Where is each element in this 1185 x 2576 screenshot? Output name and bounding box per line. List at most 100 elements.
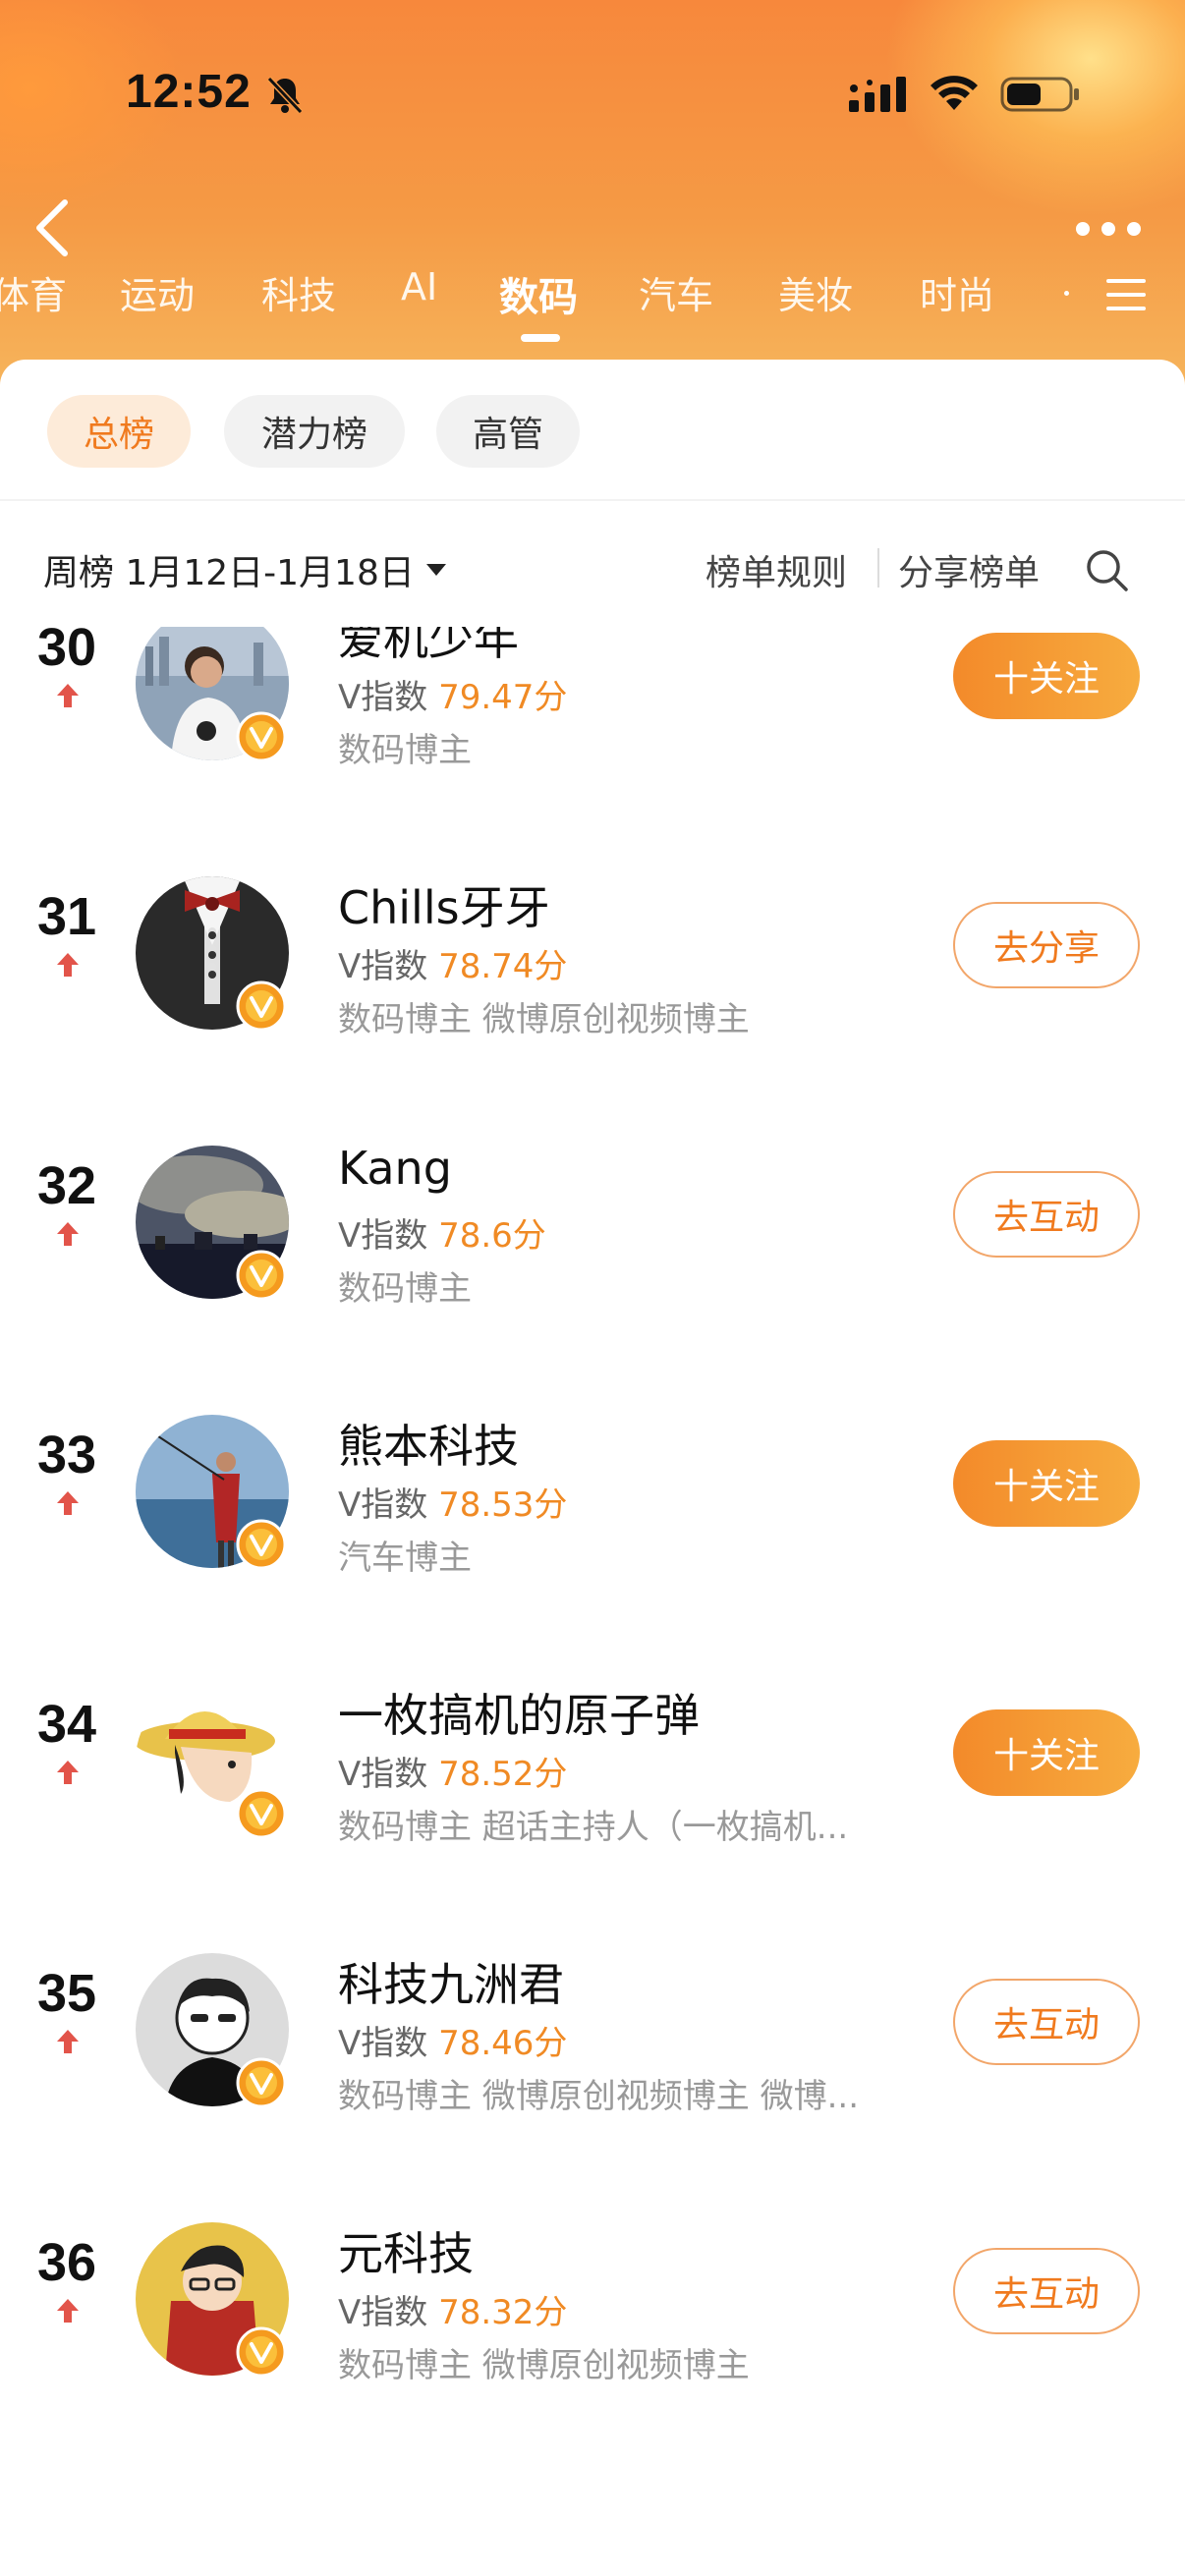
tab-exercise[interactable]: 运动 (120, 265, 195, 319)
v-index-label: V指数 (338, 1485, 428, 1525)
verified-badge-icon (236, 1519, 287, 1570)
follow-button[interactable]: 十关注 (953, 633, 1140, 719)
v-index-label: V指数 (338, 2024, 428, 2063)
interact-button[interactable]: 去互动 (953, 1171, 1140, 1258)
verified-badge-icon (236, 1788, 287, 1839)
active-tab-indicator (521, 334, 560, 342)
trend-up-icon (57, 953, 79, 977)
cellular-signal-icon (849, 77, 906, 112)
v-index: V指数 78.6分 (338, 1208, 546, 1257)
tab-fashion[interactable]: 时尚 (920, 265, 994, 319)
header: 12:52 体育 运动 科技 AI 数码 汽车 美妆 时尚 (0, 0, 1185, 393)
ranking-row[interactable]: 34 一枚搞机的原子弹 V指数 78.52分 数码博主 超话主持人（一枚搞机... 十关… (0, 1619, 1185, 1888)
follow-button[interactable]: 十关注 (953, 1709, 1140, 1796)
tab-digital[interactable]: 数码 (499, 265, 578, 322)
v-index-score: 78.6分 (438, 1216, 546, 1256)
v-index: V指数 78.74分 (338, 939, 567, 987)
ranking-row[interactable]: 35 科技九洲君 V指数 78.46分 数码博主 微博原创视频博主 微博... 去互动 (0, 1888, 1185, 2157)
v-index-score: 78.32分 (438, 2293, 568, 2332)
trend-up-icon (57, 1491, 79, 1515)
ranking-row[interactable]: 33 熊本科技 V指数 78.53分 汽车博主 十关注 (0, 1350, 1185, 1619)
wifi-icon (931, 76, 978, 110)
v-index-score: 78.53分 (438, 1485, 568, 1525)
user-name[interactable]: 爱机少年 (338, 627, 519, 668)
v-index-label: V指数 (338, 1755, 428, 1794)
user-description: 数码博主 超话主持人（一枚搞机... (338, 1808, 849, 1847)
status-time: 12:52 (126, 66, 252, 118)
tab-tech[interactable]: 科技 (261, 265, 336, 319)
v-index: V指数 78.52分 (338, 1747, 567, 1795)
bell-muted-icon (266, 76, 304, 115)
trend-up-icon (57, 2030, 79, 2053)
ranking-rules-link[interactable]: 榜单规则 (705, 544, 847, 595)
v-index-score: 78.52分 (438, 1755, 568, 1794)
user-name[interactable]: Kang (338, 1142, 452, 1195)
user-name[interactable]: 熊本科技 (338, 1411, 519, 1476)
category-tabs: 体育 运动 科技 AI 数码 汽车 美妆 时尚 (0, 265, 1185, 354)
chip-overall[interactable]: 总榜 (47, 395, 191, 468)
menu-icon[interactable] (1104, 275, 1148, 314)
ranking-list[interactable]: 29V指数 79.54分知名数码博主 微博2020十大影响...去互动30爱机少… (0, 627, 1185, 2576)
rank-number: 30 (36, 627, 97, 677)
user-description: 数码博主 微博原创视频博主 (338, 2346, 750, 2385)
tab-beauty[interactable]: 美妆 (778, 265, 853, 319)
v-index-label: V指数 (338, 678, 428, 717)
user-name[interactable]: 科技九洲君 (338, 1949, 564, 2014)
v-index-label: V指数 (338, 1216, 428, 1256)
share-button[interactable]: 去分享 (953, 902, 1140, 988)
verified-badge-icon (236, 1250, 287, 1301)
rank-number: 34 (36, 1695, 97, 1754)
search-icon[interactable] (1083, 546, 1130, 593)
verified-badge-icon (236, 2057, 287, 2108)
v-index-score: 79.47分 (438, 678, 568, 717)
verified-badge-icon (236, 711, 287, 762)
interact-button[interactable]: 去互动 (953, 2248, 1140, 2334)
user-description: 数码博主 (338, 731, 472, 770)
interact-button[interactable]: 去互动 (953, 1979, 1140, 2065)
divider (0, 499, 1185, 501)
user-name[interactable]: Chills牙牙 (338, 872, 550, 937)
filter-row: 周榜 1月12日-1月18日 榜单规则 分享榜单 (0, 534, 1185, 603)
ranking-row[interactable]: 30 爱机少年 V指数 79.47分 数码博主 十关注 (0, 627, 1185, 812)
v-index-score: 78.46分 (438, 2024, 568, 2063)
v-index-score: 78.74分 (438, 947, 568, 986)
share-ranking-link[interactable]: 分享榜单 (898, 544, 1040, 595)
user-name[interactable]: 一枚搞机的原子弹 (338, 1680, 700, 1745)
verified-badge-icon (236, 2326, 287, 2378)
rank-number: 32 (36, 1156, 97, 1215)
v-index-label: V指数 (338, 947, 428, 986)
trend-up-icon (57, 1222, 79, 1246)
trend-up-icon (57, 684, 79, 707)
v-index: V指数 78.46分 (338, 2016, 567, 2064)
user-name[interactable]: 元科技 (338, 2218, 474, 2283)
rank-number: 33 (36, 1426, 97, 1484)
follow-button[interactable]: 十关注 (953, 1440, 1140, 1527)
tab-sports[interactable]: 体育 (0, 265, 67, 319)
v-index: V指数 79.47分 (338, 670, 567, 718)
trend-up-icon (57, 2299, 79, 2323)
battery-icon (1000, 77, 1079, 112)
ranking-row[interactable]: 32 Kang V指数 78.6分数码博主 去互动 (0, 1081, 1185, 1350)
user-description: 汽车博主 (338, 1539, 472, 1578)
period-selector[interactable]: 周榜 1月12日-1月18日 (43, 544, 415, 595)
back-button[interactable] (26, 193, 81, 263)
v-index-label: V指数 (338, 2293, 428, 2332)
more-options-button[interactable] (1073, 214, 1144, 244)
chip-potential[interactable]: 潜力榜 (224, 395, 405, 468)
ranking-row[interactable]: 36 元科技 V指数 78.32分 数码博主 微博原创视频博主 去互动 (0, 2157, 1185, 2427)
user-description: 数码博主 微博原创视频博主 微博... (338, 2077, 860, 2116)
user-description: 数码博主 微博原创视频博主 (338, 1000, 750, 1039)
user-description: 数码博主 (338, 1269, 472, 1309)
separator (877, 548, 879, 588)
rank-number: 36 (36, 2233, 97, 2292)
ranking-row[interactable]: 31 Chills牙牙 V指数 78.74分 数码博主 微博原创视频博主 去分享 (0, 812, 1185, 1081)
rank-number: 31 (36, 887, 97, 946)
v-index: V指数 78.53分 (338, 1478, 567, 1526)
tab-auto[interactable]: 汽车 (639, 265, 713, 319)
chip-executives[interactable]: 高管 (436, 395, 580, 468)
tab-overflow-dot (1064, 291, 1069, 296)
tab-ai[interactable]: AI (401, 265, 437, 308)
ranking-sheet: 总榜 潜力榜 高管 周榜 1月12日-1月18日 榜单规则 分享榜单 29V指数… (0, 360, 1185, 2576)
caret-down-icon[interactable] (424, 562, 448, 578)
v-index: V指数 78.32分 (338, 2285, 567, 2333)
